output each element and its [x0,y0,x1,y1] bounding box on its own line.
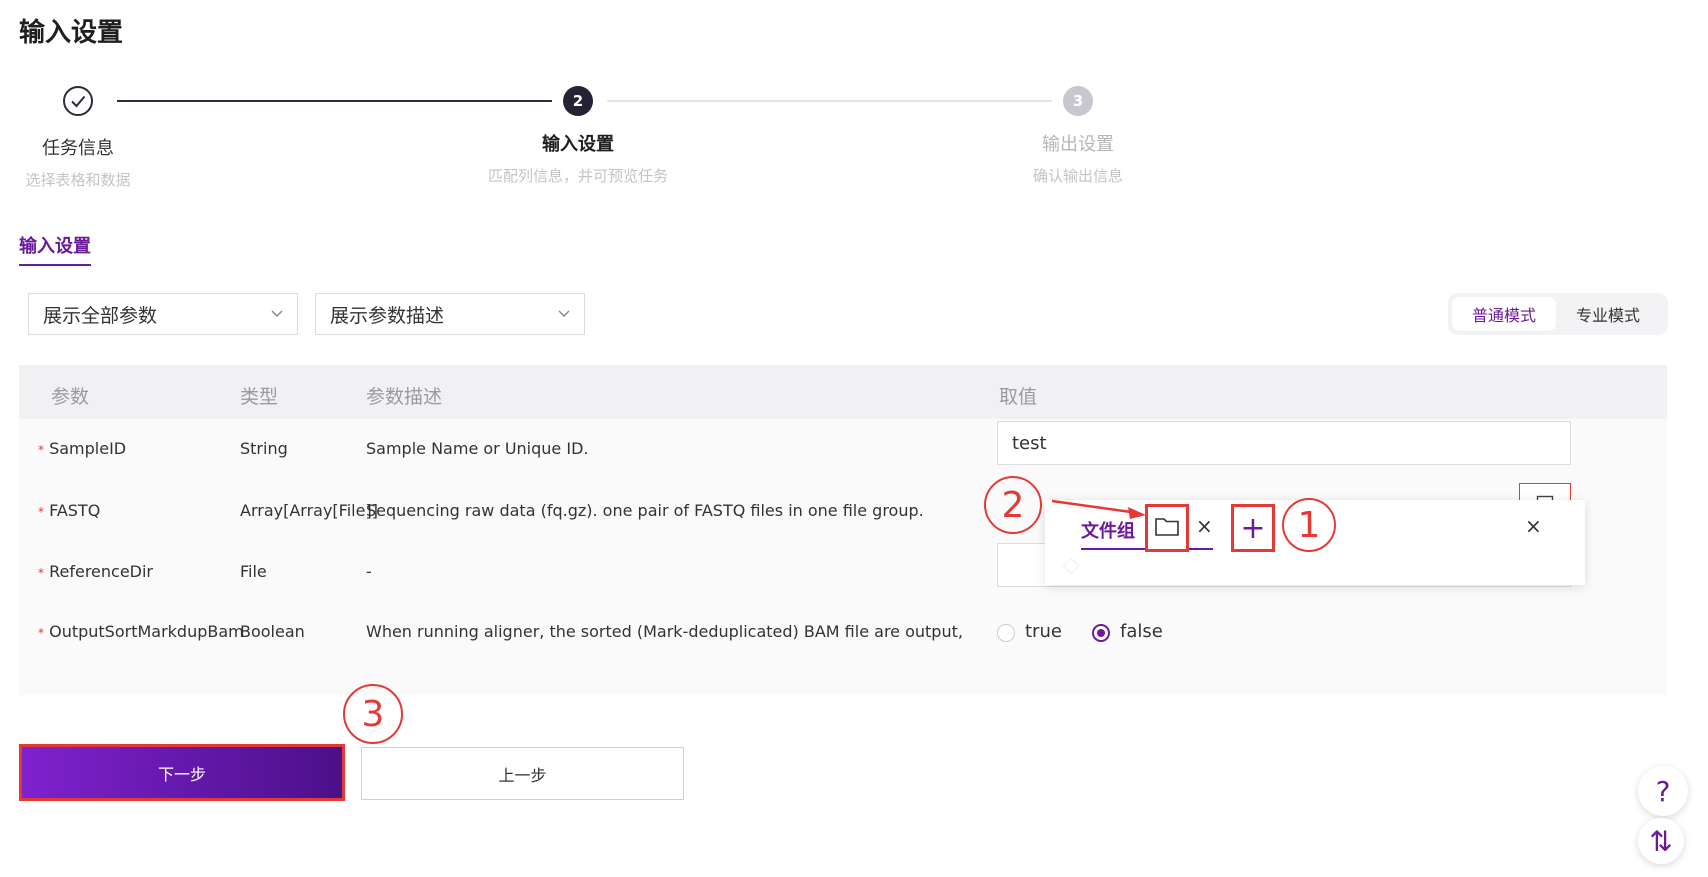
diamond-icon [1062,557,1080,575]
param-type: File [240,562,267,581]
param-type: Boolean [240,622,305,641]
step-3-desc: 确认输出信息 [1032,167,1123,185]
header-param: 参数 [51,386,90,408]
step-1-title: 任务信息 [42,138,114,159]
radio-true-label[interactable]: true [1025,621,1062,642]
radio-true[interactable] [997,624,1015,642]
table-header: 参数 类型 参数描述 取值 [19,365,1667,419]
page-title: 输入设置 [19,18,124,48]
sort-arrows-icon: ⇅ [1649,824,1673,858]
required-mark: * [38,566,44,580]
step-3-indicator: 3 [1063,86,1093,116]
header-value: 取值 [999,386,1038,408]
add-file-group-button[interactable]: + [1231,504,1275,552]
required-mark: * [38,626,44,640]
required-mark: * [38,505,44,519]
step-2-desc: 匹配列信息，并可预览任务 [487,167,668,185]
required-mark: * [38,443,44,457]
pro-mode-button[interactable]: 专业模式 [1556,297,1660,331]
sampleid-value: test [1012,432,1047,454]
table-row: * OutputSortMarkdupBam [38,622,244,641]
param-type: Array[Array[File]] [240,501,378,520]
annotation-arrow-icon [1051,499,1146,519]
step-2-indicator: 2 [563,86,593,116]
help-icon: ? [1655,774,1671,808]
param-desc: Sample Name or Unique ID. [366,439,589,458]
chevron-down-icon [558,307,570,321]
normal-mode-button[interactable]: 普通模式 [1452,297,1556,331]
step-1-done-icon [63,86,93,116]
header-desc: 参数描述 [366,386,443,408]
param-scope-select[interactable]: 展示全部参数 [28,293,298,335]
param-name: FASTQ [49,501,101,520]
close-popup-icon[interactable]: × [1525,514,1542,538]
prev-step-button[interactable]: 上一步 [361,747,684,800]
radio-false-label[interactable]: false [1120,621,1163,642]
folder-button[interactable] [1145,504,1189,552]
sort-button[interactable]: ⇅ [1638,818,1684,864]
next-step-button[interactable]: 下一步 [19,744,345,801]
tab-input-settings[interactable]: 输入设置 [19,232,91,266]
param-type: String [240,439,288,458]
annotation-3: 3 [343,684,403,744]
table-row: * SampleID [38,439,126,458]
step-connector-1 [117,100,552,102]
chevron-down-icon [271,307,283,321]
folder-icon [1154,515,1180,541]
sampleid-input[interactable]: test [997,421,1571,465]
table-row: * FASTQ [38,501,100,520]
annotation-1: 1 [1282,498,1336,552]
header-type: 类型 [240,386,279,408]
step-1-desc: 选择表格和数据 [25,171,131,189]
param-desc: - [366,562,372,581]
param-name: OutputSortMarkdupBam [49,622,244,641]
param-name: ReferenceDir [49,562,154,581]
mode-toggle: 普通模式 专业模式 [1448,293,1668,335]
plus-icon: + [1240,510,1266,546]
desc-mode-select[interactable]: 展示参数描述 [315,293,585,335]
annotation-2: 2 [984,476,1042,534]
step-3-title: 输出设置 [1042,134,1114,155]
param-name: SampleID [49,439,127,458]
param-scope-value: 展示全部参数 [43,304,158,327]
param-desc: Sequencing raw data (fq.gz). one pair of… [366,501,924,520]
radio-false[interactable] [1092,624,1110,642]
desc-mode-value: 展示参数描述 [330,304,445,327]
param-desc: When running aligner, the sorted (Mark-d… [366,622,966,641]
help-button[interactable]: ? [1638,766,1688,816]
step-connector-2 [607,100,1052,102]
close-tab-icon[interactable]: × [1196,514,1213,538]
step-2-title: 输入设置 [542,134,614,155]
table-row: * ReferenceDir [38,562,153,581]
